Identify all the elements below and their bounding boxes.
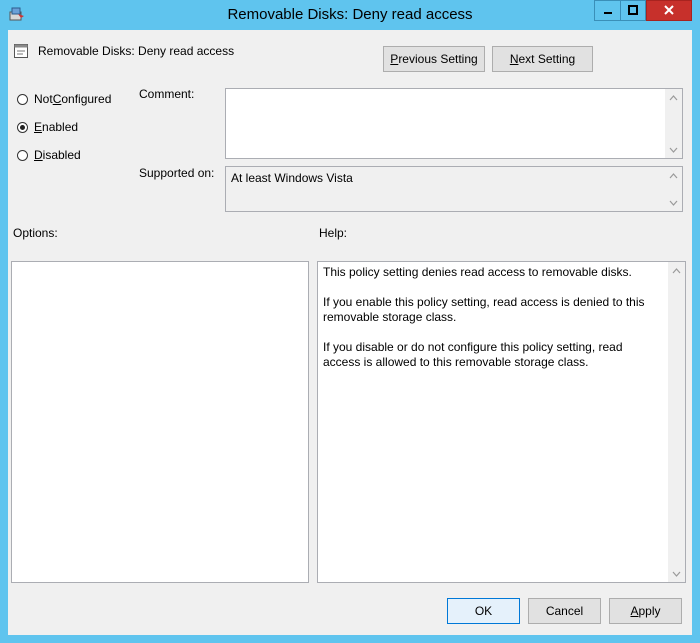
supported-on-value: At least Windows Vista	[231, 171, 353, 185]
radio-enabled[interactable]: Enabled	[17, 120, 78, 134]
radio-label-accel: D	[34, 148, 43, 162]
close-button[interactable]	[646, 0, 692, 21]
radio-circle	[17, 93, 28, 105]
scroll-down-icon[interactable]	[668, 565, 685, 582]
options-pane	[11, 261, 309, 583]
scroll-up-icon[interactable]	[665, 167, 682, 184]
help-paragraph: If you enable this policy setting, read …	[323, 295, 645, 324]
scroll-up-icon[interactable]	[668, 262, 685, 279]
scroll-up-icon[interactable]	[665, 89, 682, 106]
apply-accel: A	[630, 604, 639, 618]
help-scrollbar[interactable]	[668, 262, 685, 582]
next-setting-accel: N	[509, 52, 519, 66]
close-icon	[664, 4, 674, 18]
minimize-button[interactable]	[594, 0, 620, 21]
scroll-down-icon[interactable]	[665, 141, 682, 158]
setting-name: Removable Disks: Deny read access	[38, 44, 235, 58]
help-paragraph: If you disable or do not configure this …	[323, 340, 623, 369]
minimize-icon	[603, 4, 613, 18]
maximize-icon	[628, 4, 638, 18]
radio-label-prefix: Not	[34, 92, 53, 106]
radio-circle-selected	[17, 121, 28, 133]
previous-setting-button[interactable]: Previous Setting	[383, 46, 485, 72]
help-pane: This policy setting denies read access t…	[317, 261, 686, 583]
radio-not-configured[interactable]: Not Configured	[17, 92, 111, 106]
maximize-button[interactable]	[620, 0, 646, 21]
apply-label: pply	[638, 604, 661, 618]
radio-disabled[interactable]: Disabled	[17, 148, 81, 162]
radio-label-suffix: isabled	[42, 148, 81, 162]
policy-setting-icon	[13, 43, 29, 59]
help-paragraph: This policy setting denies read access t…	[323, 265, 632, 279]
supported-on-label: Supported on:	[139, 166, 215, 180]
supported-on-scrollbar[interactable]	[665, 167, 682, 211]
previous-setting-label: revious Setting	[398, 52, 478, 66]
ok-button[interactable]: OK	[447, 598, 520, 624]
title-bar[interactable]: Removable Disks: Deny read access	[0, 0, 700, 30]
comment-textarea[interactable]	[225, 88, 683, 159]
help-text: This policy setting denies read access t…	[323, 265, 663, 385]
supported-on-field: At least Windows Vista	[225, 166, 683, 212]
help-label: Help:	[319, 226, 348, 240]
radio-label-suffix: nabled	[42, 120, 79, 134]
comment-scrollbar[interactable]	[665, 89, 682, 158]
dialog-body: Removable Disks: Deny read access Previo…	[8, 30, 692, 635]
next-setting-button[interactable]: Next Setting	[492, 46, 593, 72]
radio-label-accel: C	[52, 92, 62, 106]
radio-circle	[17, 149, 28, 161]
radio-label-accel: E	[34, 120, 43, 134]
radio-selected-dot	[20, 124, 25, 130]
options-label: Options:	[13, 226, 58, 240]
previous-setting-accel: P	[390, 52, 399, 66]
comment-label: Comment:	[139, 87, 195, 101]
cancel-button[interactable]: Cancel	[528, 598, 601, 624]
apply-button[interactable]: Apply	[609, 598, 682, 624]
radio-label-suffix: onfigured	[61, 92, 112, 106]
scroll-down-icon[interactable]	[665, 194, 682, 211]
next-setting-label: ext Setting	[518, 52, 576, 66]
policy-dialog-window: Removable Disks: Deny read access Remova…	[0, 0, 700, 643]
